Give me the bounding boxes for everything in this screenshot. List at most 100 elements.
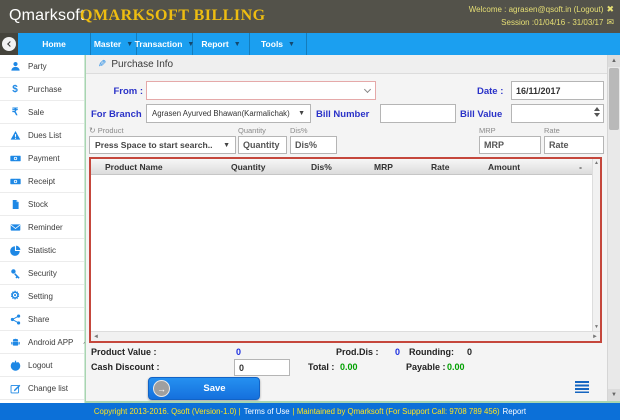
sidebar-item-stock[interactable]: Stock (0, 193, 84, 216)
total-label: Total : (308, 362, 335, 372)
bill-value-input[interactable] (511, 104, 604, 123)
col-dis: Dis% (311, 161, 332, 172)
scroll-down-icon[interactable]: ▼ (593, 323, 600, 331)
mrp-input[interactable] (479, 136, 541, 154)
scroll-right-icon[interactable]: ► (590, 334, 600, 340)
grid-header-row: Product Name Quantity Dis% MRP Rate Amou… (91, 159, 600, 175)
sidebar-item-share[interactable]: Share (0, 308, 84, 331)
money-icon (9, 175, 21, 187)
product-search-select[interactable]: Press Space to start search.. ▼ (89, 136, 236, 154)
col-mrp: MRP (374, 161, 393, 172)
from-label: From : (113, 86, 143, 97)
scroll-down-icon[interactable]: ▼ (608, 389, 620, 401)
product-value: 0 (236, 347, 242, 357)
rate-mini-label: Rate (544, 126, 560, 135)
scrollbar-thumb[interactable] (609, 68, 619, 130)
sidebar-item-dues-list[interactable]: Dues List (0, 124, 84, 147)
nav-item-report[interactable]: Report ▼ (193, 33, 250, 55)
app-logo: Qmarksoft (9, 7, 85, 24)
payable-value: 0.00 (447, 362, 465, 372)
dis-mini-label: Dis% (290, 126, 308, 135)
date-label: Date : (477, 86, 504, 97)
prod-dis-label: Prod.Dis : (336, 347, 379, 357)
rate-input[interactable] (544, 136, 604, 154)
nav-item-transaction[interactable]: Transaction ▼ (135, 33, 194, 55)
nav-item-home[interactable]: Home (18, 33, 91, 55)
spinner-down-icon (594, 113, 600, 117)
key-icon (9, 267, 21, 279)
pie-chart-icon (9, 244, 21, 256)
sidebar-item-reminder[interactable]: Reminder (0, 216, 84, 239)
product-mini-label: ↻ Product (89, 126, 124, 135)
sidebar-item-security[interactable]: Security (0, 262, 84, 285)
welcome-text[interactable]: Welcome : agrasen@qsoft.in (Logout) (469, 3, 604, 16)
sidebar: Party $ Purchase ₹ Sale Dues List Paymen… (0, 55, 88, 403)
sidebar-item-receipt[interactable]: Receipt (0, 170, 84, 193)
main-panel: ✎ Purchase Info From : Date : For Branch… (85, 55, 620, 403)
sidebar-item-purchase[interactable]: $ Purchase (0, 78, 84, 101)
branch-select[interactable]: Agrasen Ayurved Bhawan(Karmalichak) ▼ (146, 104, 311, 123)
quantity-input[interactable] (238, 136, 287, 154)
refresh-icon[interactable]: ↻ (89, 126, 96, 135)
sidebar-item-change-list[interactable]: Change list (0, 377, 84, 400)
edit-icon (9, 382, 21, 394)
date-input[interactable] (511, 81, 604, 100)
rounding-label: Rounding: (409, 347, 454, 357)
from-select[interactable] (146, 81, 376, 100)
scroll-up-icon[interactable]: ▲ (593, 159, 600, 167)
footer-terms-link[interactable]: Terms of Use (244, 407, 290, 416)
sidebar-item-sale[interactable]: ₹ Sale (0, 101, 84, 124)
footer-report-link[interactable]: Report (503, 407, 526, 416)
pencil-icon: ✎ (98, 58, 107, 70)
nav-item-master[interactable]: Master ▼ (91, 33, 137, 55)
user-icon (9, 60, 21, 72)
total-value: 0.00 (340, 362, 358, 372)
rounding-value: 0 (467, 347, 473, 357)
branch-label: For Branch (91, 109, 142, 120)
close-icon[interactable]: ✖ (606, 3, 614, 16)
sidebar-item-logout[interactable]: Logout (0, 354, 84, 377)
envelope-icon[interactable]: ✉ (606, 16, 614, 29)
chevron-down-icon: ▼ (126, 40, 134, 48)
save-button[interactable]: → Save (148, 377, 260, 400)
nav-item-tools[interactable]: Tools ▼ (250, 33, 307, 55)
number-spinner[interactable] (594, 107, 600, 117)
main-vertical-scrollbar[interactable]: ▲ ▼ (607, 55, 620, 401)
sidebar-item-android-app[interactable]: Android APP ↗ (0, 331, 88, 354)
money-icon (9, 152, 21, 164)
rupee-icon: ₹ (11, 106, 19, 118)
main-nav: Home Master ▼ Transaction ▼ Report ▼ Tools ▼ (0, 33, 620, 55)
scroll-up-icon[interactable]: ▲ (608, 55, 620, 67)
sidebar-item-party[interactable]: Party (0, 55, 84, 78)
cash-discount-input[interactable] (234, 359, 290, 376)
list-view-icon[interactable] (575, 381, 589, 393)
chevron-down-icon (363, 85, 372, 93)
sidebar-collapse-button[interactable] (2, 37, 16, 51)
share-icon (9, 313, 21, 325)
arrow-right-icon: → (153, 380, 170, 397)
footer-copyright: Copyright 2013-2016. Qsoft (Version-1.0)… (93, 407, 241, 416)
nav-collapse-zone (0, 33, 18, 55)
bill-number-input[interactable] (380, 104, 456, 123)
chevron-down-icon: ▼ (223, 141, 230, 149)
product-value-label: Product Value : (91, 347, 157, 357)
footer-maintained: | Maintained by Qmarksoft (For Support C… (292, 407, 500, 416)
sidebar-item-payment[interactable]: Payment (0, 147, 84, 170)
quantity-mini-label: Quantity (238, 126, 266, 135)
dollar-icon: $ (12, 83, 18, 95)
session-text: Session :01/04/16 - 31/03/17 (501, 18, 604, 27)
grid-vertical-scrollbar[interactable]: ▲ ▼ (592, 159, 600, 331)
col-quantity: Quantity (231, 161, 266, 172)
scroll-left-icon[interactable]: ◄ (91, 334, 101, 340)
chevron-left-icon (6, 41, 13, 47)
header-user-block: Welcome : agrasen@qsoft.in (Logout) ✖ Se… (469, 3, 614, 29)
col-rate: Rate (431, 161, 450, 172)
footer: Copyright 2013-2016. Qsoft (Version-1.0)… (0, 403, 620, 420)
cash-discount-label: Cash Discount : (91, 362, 160, 372)
grid-horizontal-scrollbar[interactable]: ◄ ► (91, 331, 600, 341)
dis-input[interactable] (290, 136, 337, 154)
sidebar-item-statistic[interactable]: Statistic (0, 239, 84, 262)
sidebar-item-setting[interactable]: ⚙ Setting (0, 285, 84, 308)
warning-icon (9, 129, 21, 141)
purchase-items-grid: Product Name Quantity Dis% MRP Rate Amou… (89, 157, 602, 343)
